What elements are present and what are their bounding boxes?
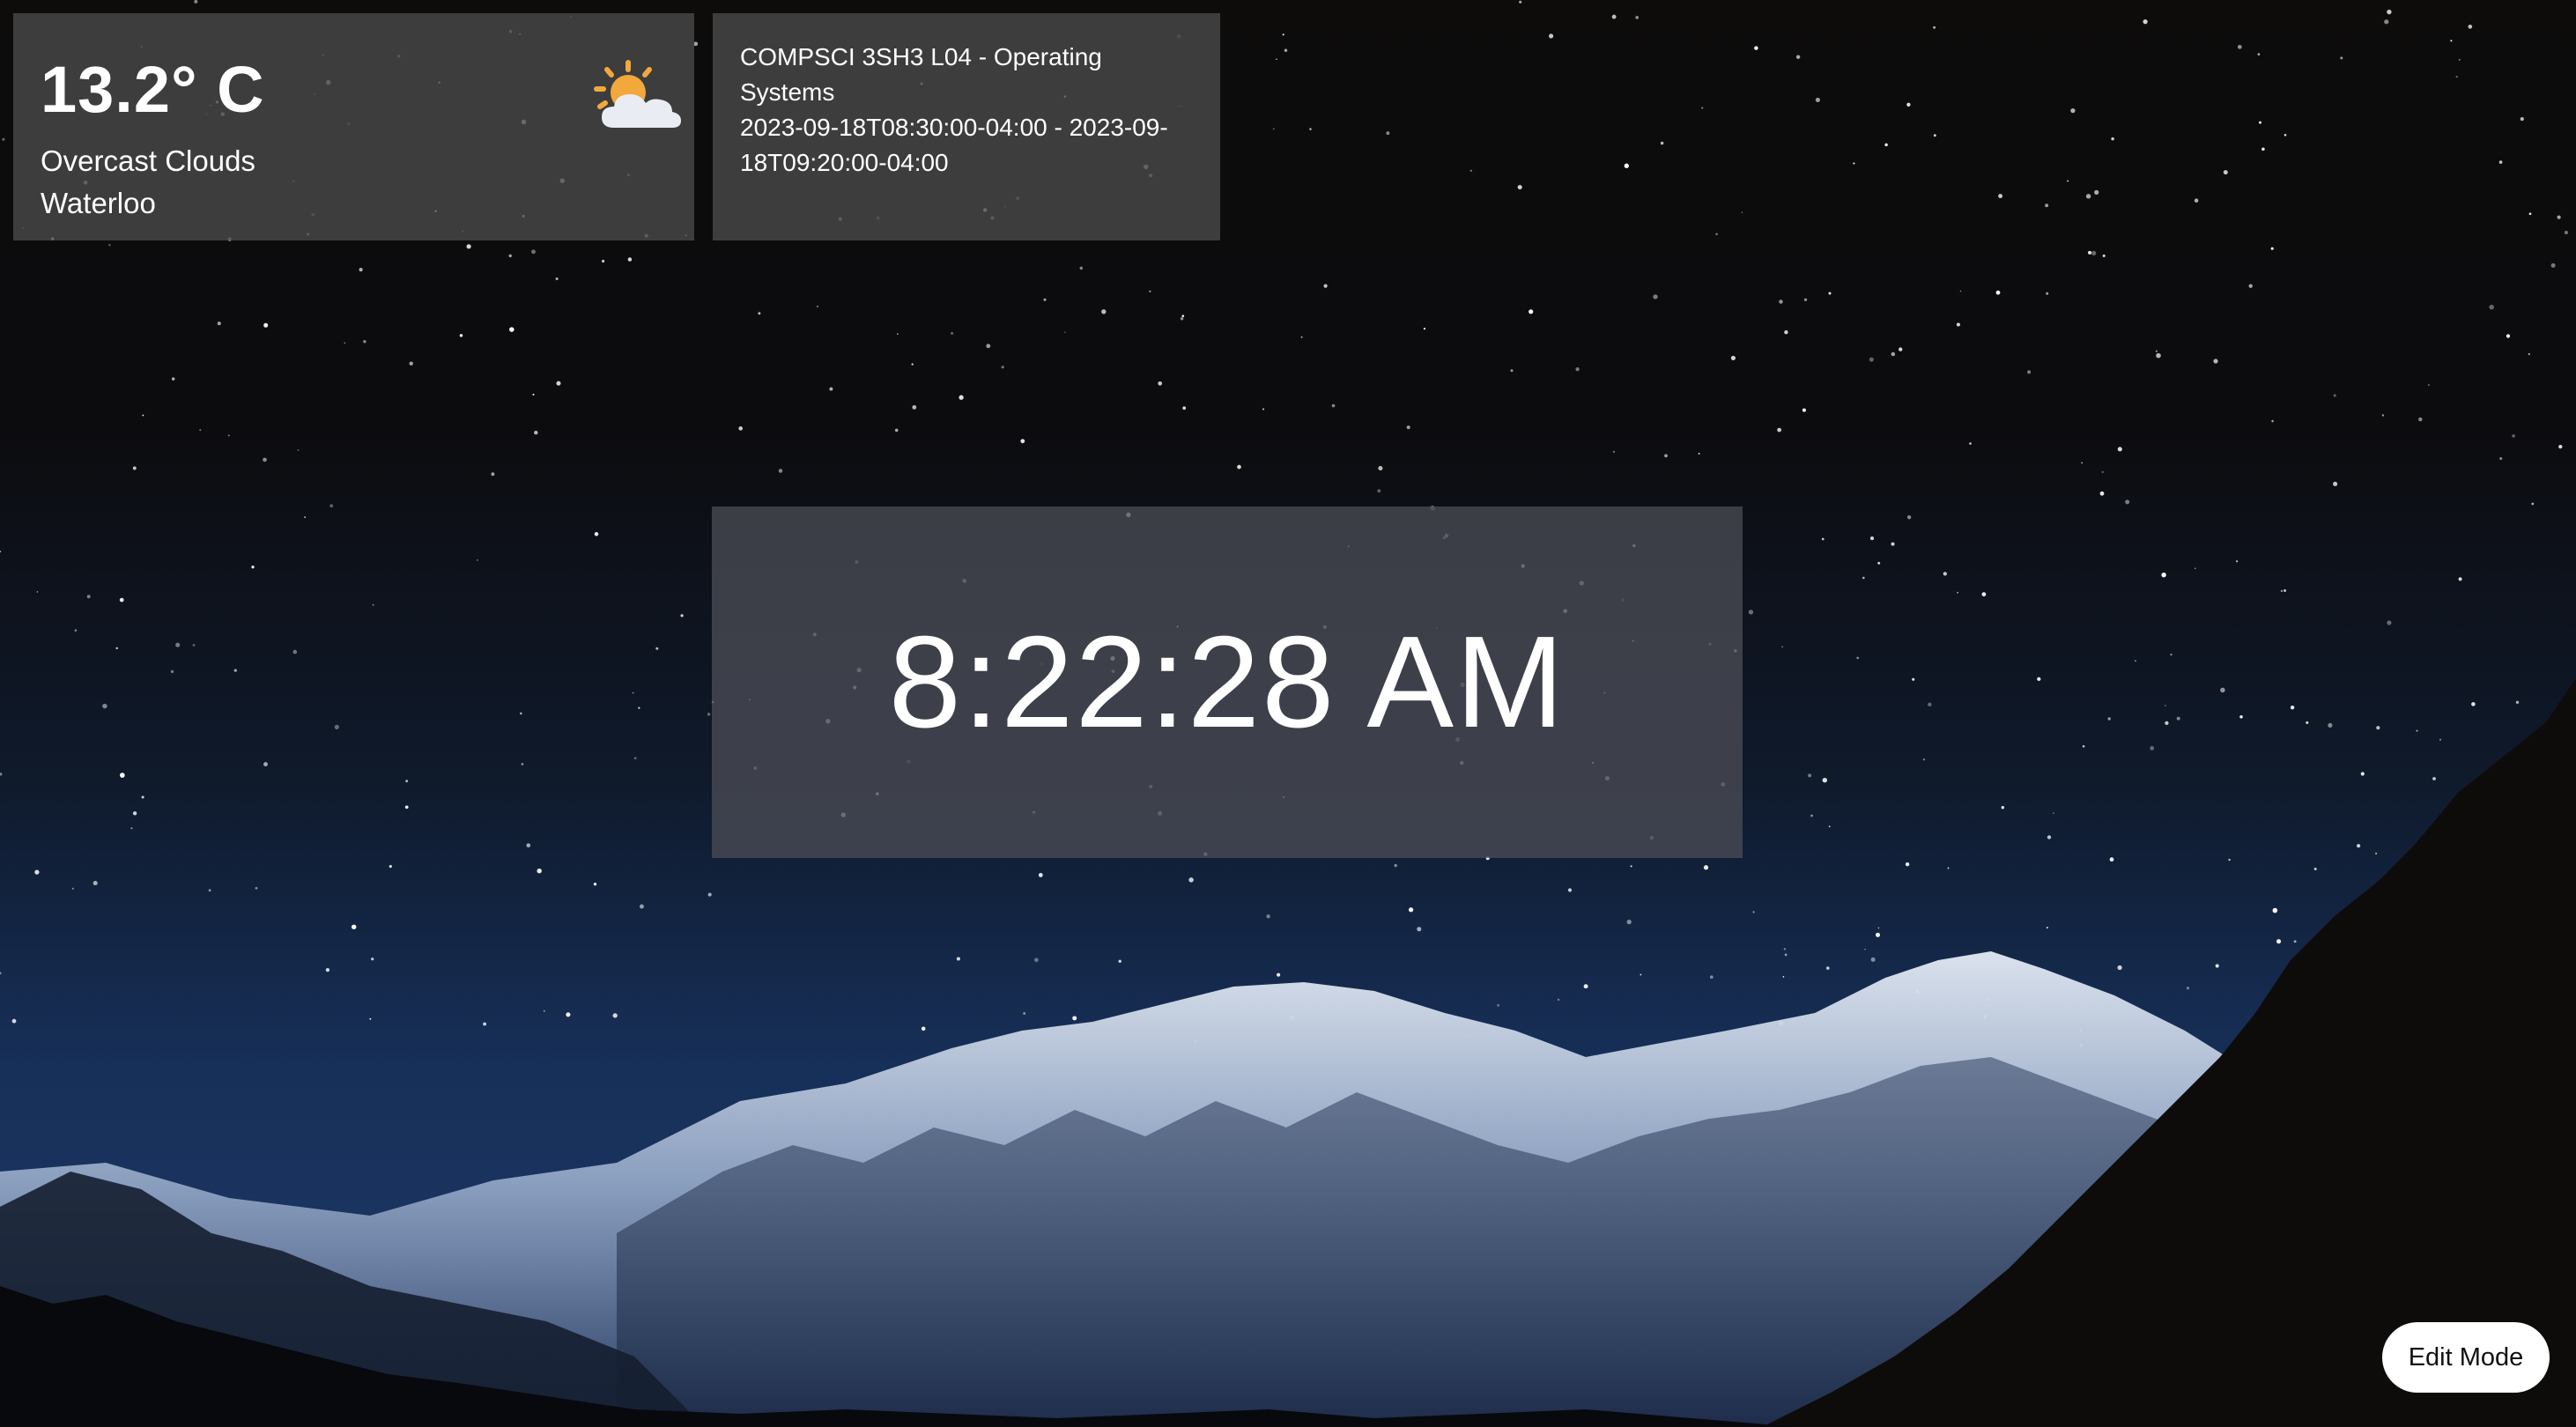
weather-location: Waterloo — [41, 187, 156, 219]
weather-widget: 13.2° C Overcast Clouds Waterloo — [13, 13, 694, 240]
clock-widget: 8:22:28 AM — [712, 506, 1743, 858]
edit-mode-button[interactable]: Edit Mode — [2382, 1322, 2550, 1393]
desktop-scene: 13.2° C Overcast Clouds Waterloo COMPSCI… — [0, 0, 2576, 1427]
calendar-event-widget: COMPSCI 3SH3 L04 - Operating Systems 202… — [713, 13, 1220, 240]
weather-condition: Overcast Clouds — [41, 144, 255, 177]
event-title: COMPSCI 3SH3 L04 - Operating Systems — [740, 43, 1102, 106]
clock-time: 8:22:28 AM — [888, 609, 1566, 755]
event-time-range: 2023-09-18T08:30:00-04:00 - 2023-09-18T0… — [740, 114, 1168, 176]
partly-cloudy-sun-icon — [594, 60, 681, 128]
